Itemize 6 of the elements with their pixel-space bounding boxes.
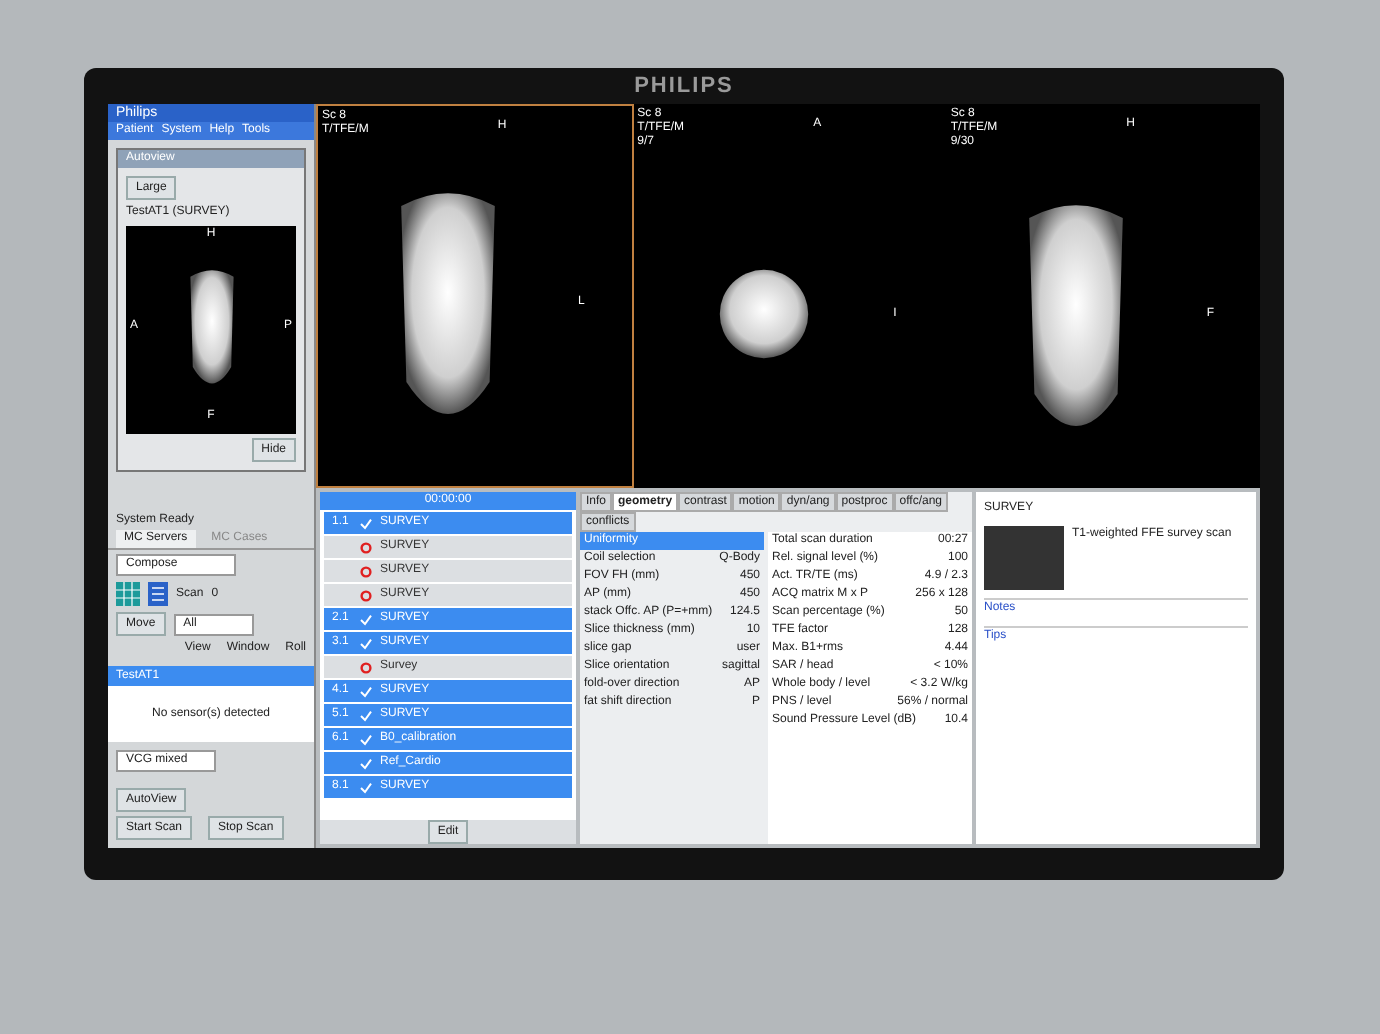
stack-icon[interactable] — [148, 582, 168, 606]
monitor-brand: PHILIPS — [634, 72, 734, 102]
mri-image-drawing — [189, 270, 233, 384]
image-placeholder — [984, 526, 1064, 590]
mri-image-drawing — [719, 269, 808, 359]
grid-icon[interactable] — [116, 582, 140, 606]
